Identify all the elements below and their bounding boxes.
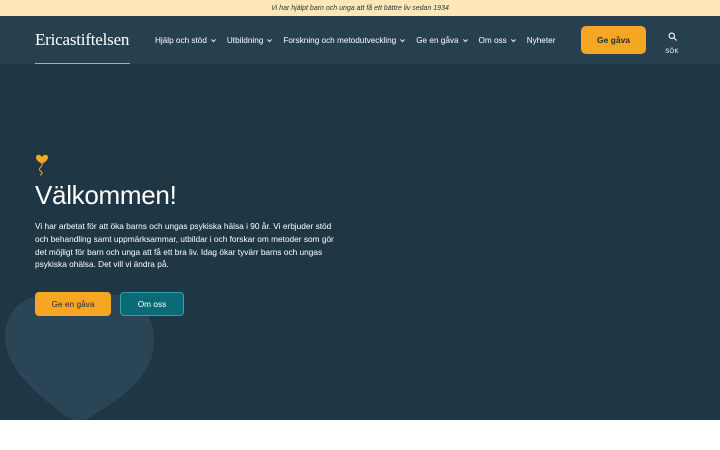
nav-item-utbildning[interactable]: Utbildning bbox=[227, 36, 273, 45]
announcement-bar: Vi har hjälpt barn och unga att få ett b… bbox=[0, 0, 720, 16]
nav-item-label: Ge en gåva bbox=[416, 35, 459, 45]
hero-section: Välkommen! Vi har arbetat för att öka ba… bbox=[0, 64, 720, 420]
nav-item-label: Om oss bbox=[478, 35, 507, 45]
om-oss-button[interactable]: Om oss bbox=[120, 292, 184, 316]
site-logo[interactable]: Ericastiftelsen bbox=[35, 30, 129, 50]
chevron-down-icon bbox=[510, 37, 517, 44]
search-icon bbox=[668, 28, 677, 46]
nav-item-forskning[interactable]: Forskning och metodutveckling bbox=[283, 36, 406, 45]
nav-item-hjalp-och-stod[interactable]: Hjälp och stöd bbox=[155, 36, 217, 45]
chevron-down-icon bbox=[399, 37, 406, 44]
announcement-text: Vi har hjälpt barn och unga att få ett b… bbox=[271, 4, 449, 12]
nav-item-nyheter[interactable]: Nyheter bbox=[527, 36, 556, 45]
nav-item-ge-en-gava[interactable]: Ge en gåva bbox=[416, 36, 468, 45]
nav-item-om-oss[interactable]: Om oss bbox=[479, 36, 517, 45]
ge-gava-button[interactable]: Ge gåva bbox=[581, 26, 646, 54]
nav-item-label: Hjälp och stöd bbox=[155, 35, 207, 45]
hero-description: Vi har arbetat för att öka barns och ung… bbox=[35, 221, 334, 270]
hero-title: Välkommen! bbox=[35, 180, 177, 210]
site-header: Ericastiftelsen Hjälp och stöd Utbildnin… bbox=[0, 16, 720, 64]
chevron-down-icon bbox=[462, 37, 469, 44]
chevron-down-icon bbox=[266, 37, 273, 44]
chevron-down-icon bbox=[210, 37, 217, 44]
search-button[interactable]: SÖK bbox=[662, 28, 682, 55]
main-nav: Hjälp och stöd Utbildning Forskning och … bbox=[155, 16, 555, 64]
nav-item-label: Nyheter bbox=[526, 35, 556, 45]
nav-item-label: Forskning och metodutveckling bbox=[283, 35, 397, 45]
search-label: SÖK bbox=[665, 49, 679, 55]
ge-en-gava-button[interactable]: Ge en gåva bbox=[35, 292, 111, 316]
heart-balloon-icon bbox=[36, 154, 48, 176]
nav-item-label: Utbildning bbox=[226, 35, 264, 45]
